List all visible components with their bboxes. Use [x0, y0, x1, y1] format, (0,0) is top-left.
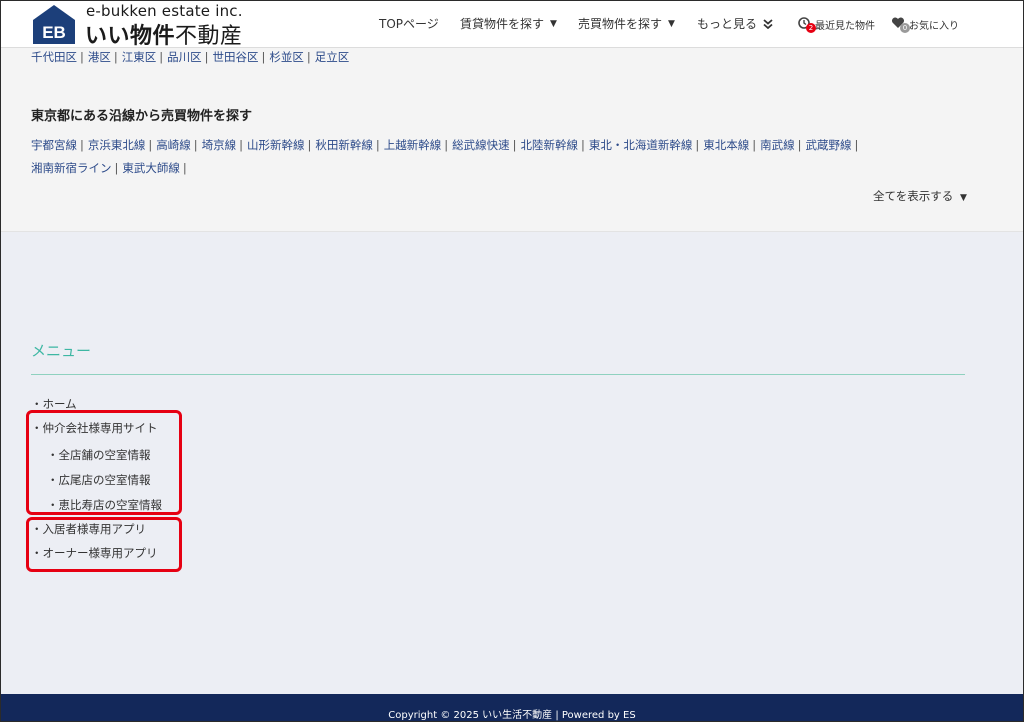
ward-links: 千代田区 | 港区 | 江東区 | 品川区 | 世田谷区 | 杉並区 | 足立区: [31, 49, 349, 65]
link-separator: |: [306, 50, 311, 64]
link-separator: |: [752, 138, 757, 152]
highlight-box-apps: [26, 517, 182, 572]
line-link[interactable]: 湘南新宿ライン: [31, 161, 112, 175]
link-separator: |: [159, 50, 164, 64]
history-icon: 2: [797, 16, 816, 33]
nav-sale[interactable]: 売買物件を探す ▼: [578, 15, 675, 32]
nav-favorites-label: お気に入り: [909, 20, 959, 32]
double-chevron-down-icon: [763, 18, 773, 29]
nav-sale-label: 売買物件を探す: [578, 17, 663, 31]
menu-divider: [31, 374, 965, 375]
nav-rent-label: 賃貸物件を探す: [460, 17, 545, 31]
copyright-text: Copyright © 2025 いい生活不動産 | Powered by ES: [388, 710, 636, 721]
footer-menu-area: メニュー ・ホーム ・仲介会社様専用サイト ・全店舗の空室情報 ・広尾店の空室情…: [1, 232, 1023, 694]
nav-recent[interactable]: 2 最近見た物件: [797, 16, 875, 33]
heart-icon: 0: [891, 16, 910, 33]
nav-top[interactable]: TOPページ: [379, 15, 439, 32]
line-link[interactable]: 東北・北海道新幹線: [589, 138, 693, 152]
nav-favorites[interactable]: 0 お気に入り: [891, 16, 959, 33]
nav-more[interactable]: もっと見る: [697, 15, 773, 32]
line-link[interactable]: 北陸新幹線: [521, 138, 579, 152]
link-separator: |: [854, 138, 859, 152]
menu-title: メニュー: [31, 342, 92, 360]
line-links-row-1: 宇都宮線 | 京浜東北線 | 高崎線 | 埼京線 | 山形新幹線 | 秋田新幹線 | 上越新幹線 | 総武線…: [31, 137, 862, 153]
nav-more-label: もっと見る: [697, 17, 758, 31]
link-separator: |: [695, 138, 700, 152]
show-all-link[interactable]: 全てを表示する ▼: [873, 188, 967, 204]
logo-house-icon[interactable]: EB: [33, 4, 75, 44]
ward-link[interactable]: 千代田区: [31, 50, 77, 64]
ward-link[interactable]: 足立区: [315, 50, 350, 64]
line-link[interactable]: 宇都宮線: [31, 138, 77, 152]
show-all-label: 全てを表示する: [873, 189, 954, 203]
logo-title-regular: 不動産: [175, 24, 243, 49]
search-links-section: 千代田区 | 港区 | 江東区 | 品川区 | 世田谷区 | 杉並区 | 足立区 東京都にある沿線から売…: [1, 48, 1023, 232]
line-link[interactable]: 京浜東北線: [88, 138, 146, 152]
line-link[interactable]: 山形新幹線: [247, 138, 305, 152]
logo-title[interactable]: いい物件不動産: [85, 18, 243, 50]
nav-top-label: TOPページ: [379, 17, 439, 31]
line-link[interactable]: 東武大師線: [122, 161, 180, 175]
line-link[interactable]: 総武線快速: [452, 138, 510, 152]
line-link[interactable]: 秋田新幹線: [315, 138, 373, 152]
link-separator: |: [182, 161, 187, 175]
link-separator: |: [80, 50, 84, 64]
ward-link[interactable]: 港区: [88, 50, 111, 64]
logo-title-bold: いい物件: [85, 24, 176, 49]
link-separator: |: [375, 138, 380, 152]
link-separator: |: [239, 138, 243, 152]
link-separator: |: [113, 50, 118, 64]
link-separator: |: [193, 138, 198, 152]
line-link[interactable]: 高崎線: [156, 138, 191, 152]
line-link[interactable]: 武蔵野線: [806, 138, 852, 152]
logo-mark-text: EB: [42, 23, 66, 42]
link-separator: |: [444, 138, 449, 152]
chevron-down-icon: ▼: [959, 193, 967, 203]
line-link[interactable]: 上越新幹線: [384, 138, 442, 152]
nav-recent-label: 最近見た物件: [815, 20, 875, 32]
browser-frame: EB e-bukken estate inc. いい物件不動産 TOPページ 賃…: [0, 0, 1024, 722]
link-separator: |: [80, 138, 84, 152]
link-separator: |: [204, 50, 209, 64]
link-separator: |: [307, 138, 312, 152]
link-separator: |: [512, 138, 517, 152]
lines-heading: 東京都にある沿線から売買物件を探す: [31, 109, 253, 124]
link-separator: |: [261, 50, 266, 64]
line-link[interactable]: 東北本線: [703, 138, 749, 152]
link-separator: |: [148, 138, 153, 152]
line-link[interactable]: 南武線: [760, 138, 795, 152]
ward-link[interactable]: 江東区: [122, 50, 157, 64]
nav-rent[interactable]: 賃貸物件を探す ▼: [460, 15, 557, 32]
link-separator: |: [581, 138, 585, 152]
ward-link[interactable]: 杉並区: [269, 50, 304, 64]
link-separator: |: [797, 138, 802, 152]
highlight-box-agent: [26, 410, 182, 515]
ward-link[interactable]: 世田谷区: [213, 50, 259, 64]
favorites-count-badge: 0: [900, 23, 910, 33]
site-header: EB e-bukken estate inc. いい物件不動産 TOPページ 賃…: [1, 1, 1023, 50]
line-link[interactable]: 埼京線: [202, 138, 237, 152]
chevron-down-icon: ▼: [668, 18, 675, 29]
site-footer: Copyright © 2025 いい生活不動産 | Powered by ES: [1, 694, 1023, 721]
link-separator: |: [114, 161, 119, 175]
ward-link[interactable]: 品川区: [167, 50, 202, 64]
line-links-row-2: 湘南新宿ライン | 東武大師線 |: [31, 160, 191, 176]
chevron-down-icon: ▼: [550, 18, 557, 29]
recent-count-badge: 2: [806, 23, 816, 33]
